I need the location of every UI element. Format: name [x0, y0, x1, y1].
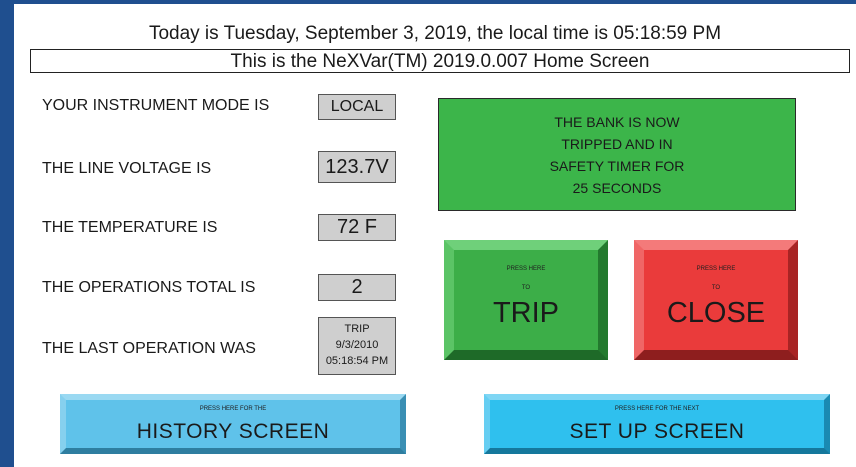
setup-screen-button[interactable]: PRESS HERE FOR THE NEXT SET UP SCREEN [484, 394, 830, 454]
last-operation-date: 9/3/2010 [335, 339, 379, 351]
date-time-banner: Today is Tuesday, September 3, 2019, the… [148, 23, 722, 44]
operations-label: THE OPERATIONS TOTAL IS [42, 279, 256, 296]
last-operation-label: THE LAST OPERATION WAS [42, 340, 256, 357]
status-line-4: 25 SECONDS [572, 179, 662, 196]
close-button[interactable]: PRESS HERE TO CLOSE [634, 240, 798, 360]
bank-status-panel: THE BANK IS NOW TRIPPED AND IN SAFETY TI… [438, 98, 796, 211]
trip-button[interactable]: PRESS HERE TO TRIP [444, 240, 608, 360]
status-line-3: SAFETY TIMER FOR [549, 157, 685, 174]
close-hint-2: TO [711, 285, 721, 291]
home-screen-title: This is the NeXVar(TM) 2019.0.007 Home S… [30, 49, 850, 73]
operations-value: 2 [318, 274, 396, 301]
last-operation-type: TRIP [344, 323, 370, 335]
mode-value: LOCAL [318, 94, 396, 120]
temperature-label: THE TEMPERATURE IS [42, 219, 218, 236]
last-operation-value: TRIP 9/3/2010 05:18:54 PM [318, 317, 396, 375]
voltage-value: 123.7V [318, 151, 396, 183]
voltage-label: THE LINE VOLTAGE IS [42, 160, 212, 177]
history-button-label: HISTORY SCREEN [136, 420, 330, 443]
home-screen-panel: Today is Tuesday, September 3, 2019, the… [14, 4, 856, 467]
setup-button-label: SET UP SCREEN [569, 420, 745, 443]
trip-hint-1: PRESS HERE [506, 266, 546, 272]
status-line-1: THE BANK IS NOW [554, 113, 680, 130]
close-button-label: CLOSE [666, 297, 766, 329]
close-hint-1: PRESS HERE [696, 266, 736, 272]
setup-hint: PRESS HERE FOR THE NEXT [614, 406, 700, 412]
history-screen-button[interactable]: PRESS HERE FOR THE HISTORY SCREEN [60, 394, 406, 454]
history-hint: PRESS HERE FOR THE [199, 406, 267, 412]
trip-button-label: TRIP [492, 297, 560, 329]
last-operation-time: 05:18:54 PM [325, 355, 389, 367]
status-line-2: TRIPPED AND IN [561, 135, 673, 152]
trip-hint-2: TO [521, 285, 531, 291]
temperature-value: 72 F [318, 214, 396, 241]
mode-label: YOUR INSTRUMENT MODE IS [42, 97, 270, 114]
